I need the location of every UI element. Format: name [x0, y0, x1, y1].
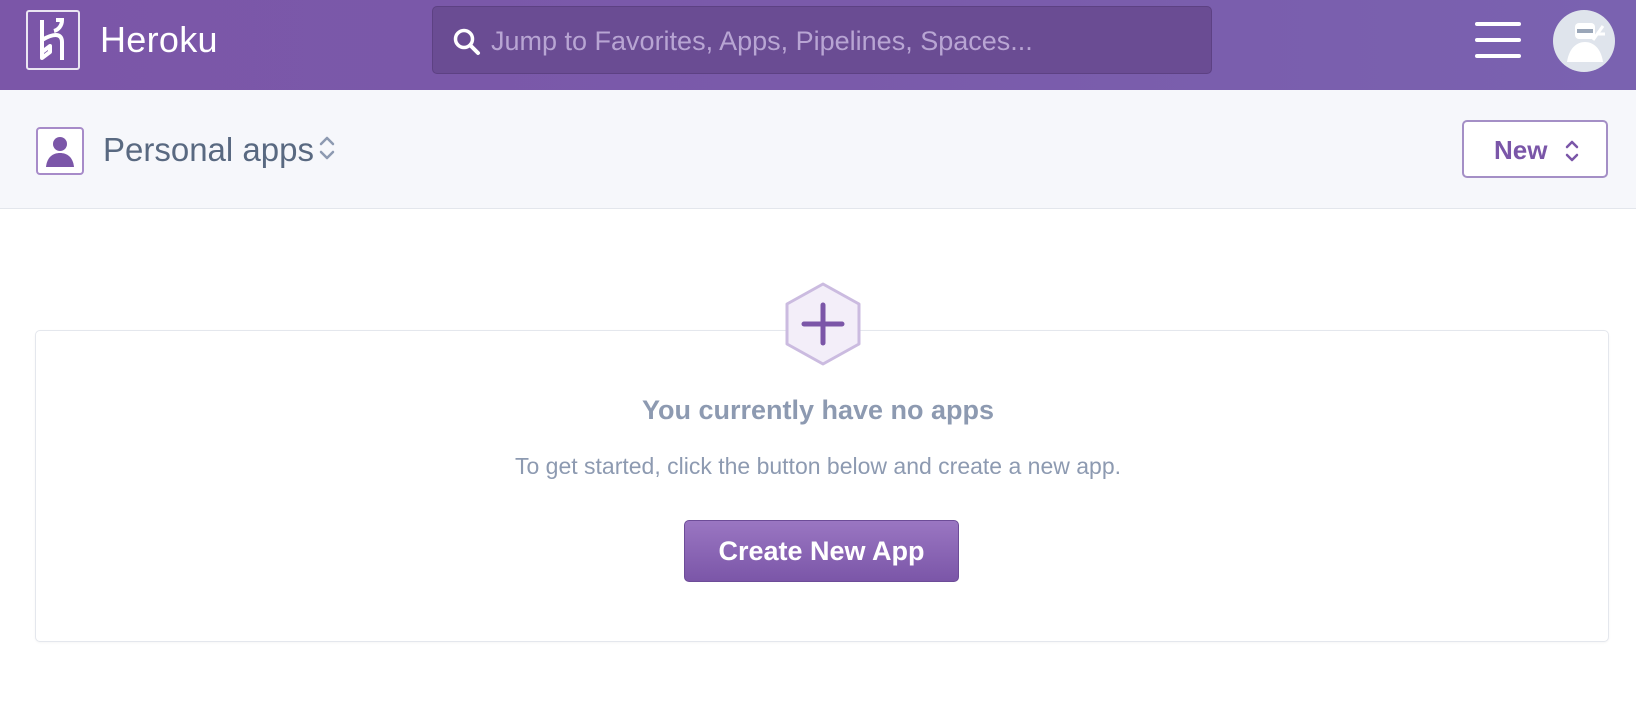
empty-state-subtitle: To get started, click the button below a…	[514, 453, 1122, 479]
top-navigation-bar: Heroku	[0, 0, 1636, 90]
search-bar[interactable]	[432, 6, 1212, 74]
chevron-up-down-icon[interactable]	[318, 134, 336, 162]
hexagon-plus-icon	[785, 282, 861, 366]
brand-name[interactable]: Heroku	[100, 18, 218, 62]
app-list-header: Personal apps New	[0, 90, 1636, 209]
personal-apps-label[interactable]: Personal apps	[103, 128, 314, 172]
new-button[interactable]: New	[1462, 120, 1608, 178]
heroku-logo-icon[interactable]	[26, 10, 80, 70]
search-icon	[453, 28, 480, 55]
new-button-label: New	[1494, 135, 1548, 165]
chevron-up-down-icon	[1565, 140, 1579, 162]
create-new-app-button[interactable]: Create New App	[684, 520, 959, 582]
empty-state-card	[35, 330, 1609, 642]
empty-state-title: You currently have no apps	[641, 395, 995, 425]
search-input[interactable]	[491, 19, 1191, 63]
user-avatar-icon[interactable]	[1553, 10, 1615, 72]
person-icon	[36, 127, 84, 175]
hamburger-menu-icon[interactable]	[1475, 22, 1521, 58]
